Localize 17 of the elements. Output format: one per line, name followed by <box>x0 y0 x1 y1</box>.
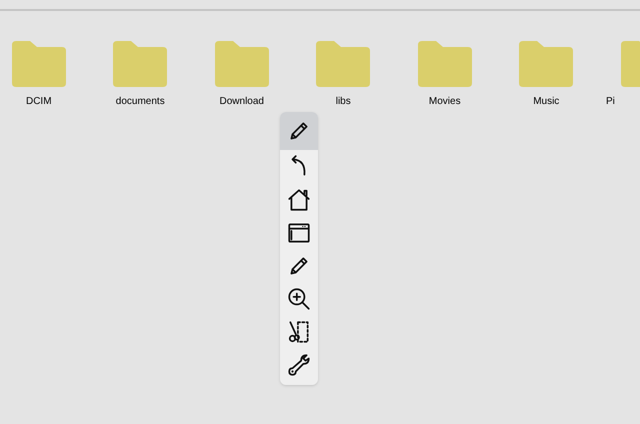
folder-icon <box>418 41 472 87</box>
folder-icon <box>12 41 66 87</box>
folder-icon <box>214 41 269 87</box>
folder-label[interactable]: Music <box>533 94 560 109</box>
wrench-icon <box>286 352 312 378</box>
folder-label[interactable]: Movies <box>428 94 461 109</box>
folder-label[interactable]: Download <box>220 94 264 109</box>
folder-icon <box>113 41 168 87</box>
toolbar-button[interactable] <box>280 112 318 150</box>
folder-label[interactable]: Pi <box>606 94 615 109</box>
home-icon <box>286 186 312 212</box>
folder-label[interactable]: DCIM <box>26 94 52 109</box>
folder-label[interactable]: libs <box>336 94 351 109</box>
folder-label[interactable]: documents <box>116 94 165 109</box>
folder-icon <box>519 41 574 87</box>
folder-icon <box>316 41 370 87</box>
zoom-in-icon <box>286 286 312 312</box>
